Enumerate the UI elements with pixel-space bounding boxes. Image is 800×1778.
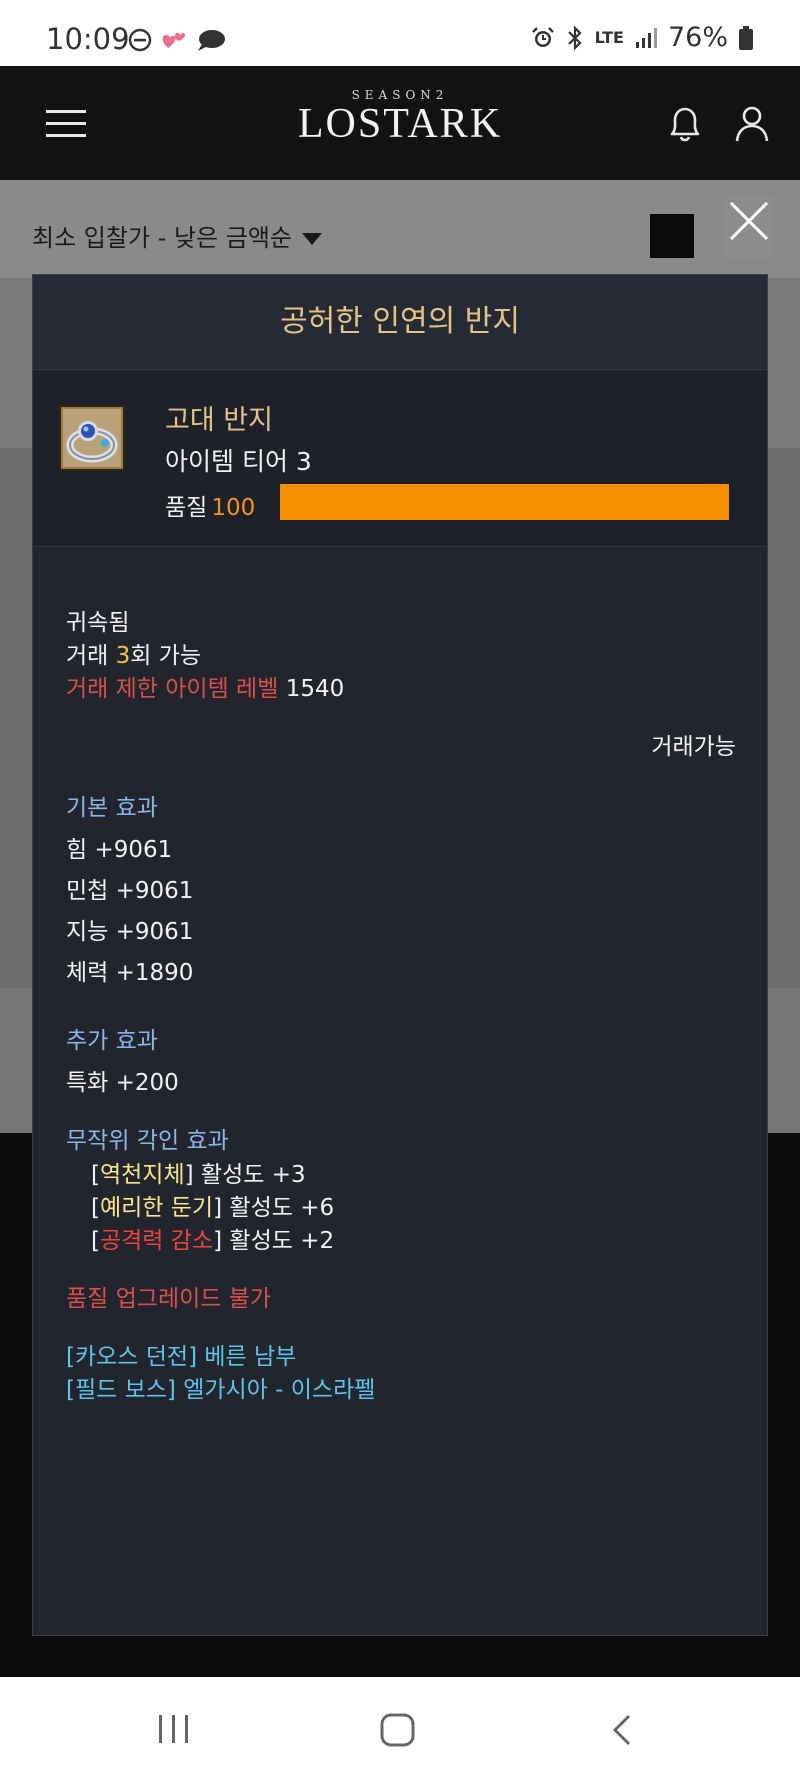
back-icon[interactable]	[610, 1714, 634, 1750]
bluetooth-icon	[565, 24, 585, 51]
menu-icon[interactable]	[46, 110, 86, 138]
hearts-icon	[160, 28, 188, 52]
quality-bar-fill	[280, 484, 729, 520]
trade-count-value: 3	[115, 643, 131, 669]
logo-season: SEASON2	[351, 88, 449, 102]
dark-square	[650, 214, 694, 258]
basic-effect: 지능 +9061	[66, 919, 194, 945]
bound-status: 귀속됨	[66, 610, 130, 636]
battery-percent: 76%	[667, 22, 728, 53]
engraving-name: 예리한 둔기	[99, 1195, 214, 1221]
status-right-icons: LTE 76%	[531, 22, 754, 53]
quality-value: 100	[211, 495, 256, 521]
lostark-logo[interactable]: SEASON2 LOSTARK	[285, 88, 515, 158]
extra-effect: 특화 +200	[66, 1070, 179, 1096]
alarm-icon	[531, 26, 555, 50]
close-button[interactable]	[724, 196, 774, 258]
do-not-disturb-icon	[128, 28, 152, 52]
system-nav-bar	[0, 1677, 800, 1778]
caret-down-icon	[301, 233, 322, 245]
logo-name: LOSTARK	[297, 101, 503, 147]
trade-limit: 거래 제한 아이템 레벨 1540	[66, 669, 344, 703]
trade-limit-value: 1540	[285, 676, 345, 702]
engraving-row: [역천지체] 활성도 +3	[91, 1162, 306, 1188]
engraving-value: 활성도 +3	[200, 1162, 306, 1188]
basic-effect: 힘 +9061	[66, 837, 173, 863]
home-icon[interactable]	[380, 1713, 416, 1751]
engraving-value: 활성도 +2	[229, 1228, 335, 1254]
user-icon[interactable]	[732, 104, 772, 148]
sort-bar: 최소 입찰가 - 낮은 금액순	[0, 180, 800, 278]
engraving-name: 역천지체	[99, 1162, 185, 1188]
engraving-row: [예리한 둔기] 활성도 +6	[91, 1195, 335, 1221]
ring-icon	[59, 405, 125, 471]
item-tier: 아이템 티어 3	[165, 447, 312, 476]
basic-effects-title: 기본 효과	[66, 795, 158, 821]
network-type: LTE	[594, 27, 624, 47]
status-time: 10:09	[46, 22, 130, 56]
quality-label-row: 품질 100	[165, 488, 255, 522]
quality-bar	[280, 484, 729, 520]
item-grade: 고대 반지	[165, 405, 273, 436]
trade-suffix: 회 가능	[130, 643, 202, 669]
battery-icon	[738, 25, 754, 51]
item-tooltip-modal: 공허한 인연의 반지 고대 반지 아이템 티어 3 품질 100 귀속됨 거래 3…	[32, 274, 768, 1636]
sort-dropdown[interactable]: 최소 입찰가 - 낮은 금액순	[32, 218, 322, 253]
trade-limit-label: 거래 제한 아이템 레벨	[66, 676, 279, 702]
basic-effect: 체력 +1890	[66, 960, 194, 986]
status-left-icons	[128, 28, 226, 52]
quality-label: 품질	[165, 495, 208, 521]
basic-effect: 민첩 +9061	[66, 878, 194, 904]
engraving-name: 공격력 감소	[99, 1228, 214, 1254]
recent-apps-icon[interactable]	[157, 1714, 191, 1748]
upgrade-note: 품질 업그레이드 불가	[66, 1286, 272, 1312]
extra-effects-title: 추가 효과	[66, 1028, 158, 1054]
close-icon	[729, 201, 769, 241]
app-header: SEASON2 LOSTARK	[0, 66, 800, 180]
status-bar: 10:09 LTE 76%	[0, 0, 800, 66]
tradable-status: 거래가능	[651, 734, 736, 760]
sort-label: 최소 입찰가 - 낮은 금액순	[32, 224, 292, 252]
item-name: 공허한 인연의 반지	[33, 275, 767, 370]
notification-bell-icon[interactable]	[664, 104, 706, 148]
trade-prefix: 거래	[66, 643, 116, 669]
chat-bubble-icon	[196, 28, 226, 52]
engraving-row: [공격력 감소] 활성도 +2	[91, 1228, 335, 1254]
item-header: 고대 반지 아이템 티어 3 품질 100	[33, 370, 767, 547]
source-link[interactable]: [카오스 던전] 베른 남부	[66, 1337, 296, 1371]
source-link[interactable]: [필드 보스] 엘가시아 - 이스라펠	[66, 1370, 375, 1404]
engravings-title: 무작위 각인 효과	[66, 1128, 229, 1154]
signal-icon	[634, 26, 658, 50]
engraving-value: 활성도 +6	[229, 1195, 335, 1221]
trade-count: 거래 3회 가능	[66, 636, 201, 670]
